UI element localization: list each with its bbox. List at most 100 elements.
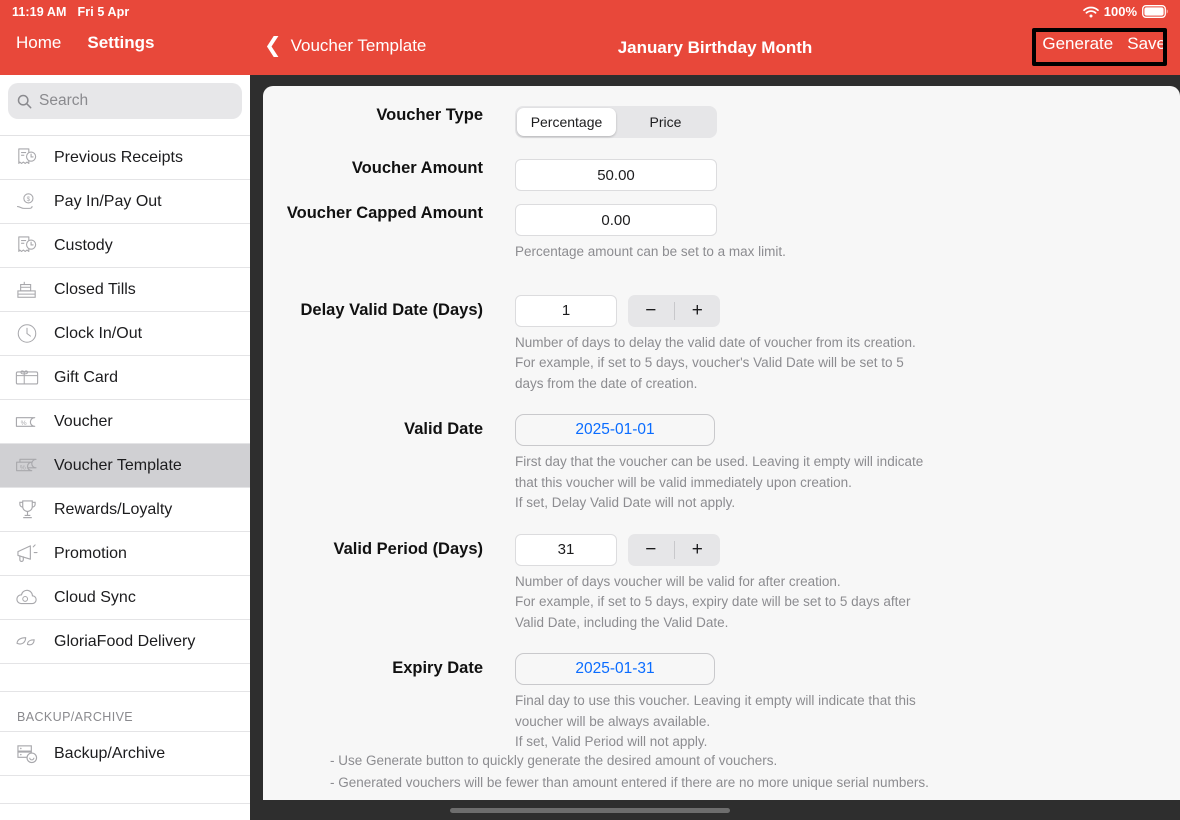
note-line: - Use Generate button to quickly generat… — [330, 750, 929, 772]
field-label: Expiry Date — [263, 653, 515, 678]
home-indicator[interactable] — [450, 808, 730, 813]
trophy-icon — [14, 499, 40, 521]
save-button[interactable]: Save — [1127, 34, 1166, 54]
field-expiry-date: Expiry Date 2025-01-31 Final day to use … — [263, 653, 1180, 753]
sidebar-item-clock-in-out[interactable]: Clock In/Out — [0, 312, 250, 356]
hint-line: Number of days to delay the valid date o… — [515, 333, 965, 354]
field-delay-valid-date: Delay Valid Date (Days) 1 − + Number of … — [263, 295, 1180, 395]
sidebar-item-label: Voucher — [54, 413, 113, 431]
settings-title: Settings — [87, 33, 154, 53]
sidebar-item-label: Previous Receipts — [54, 149, 183, 167]
cash-register-icon — [14, 279, 40, 301]
generate-button[interactable]: Generate — [1042, 34, 1113, 54]
sidebar-item-label: Closed Tills — [54, 281, 136, 299]
sidebar-section-app-activation: APP ACTIVATION — [0, 804, 250, 820]
sidebar-item-label: GloriaFood Delivery — [54, 633, 195, 651]
delay-valid-date-stepper[interactable]: − + — [628, 295, 720, 327]
sidebar-item-promotion[interactable]: Promotion — [0, 532, 250, 576]
segment-percentage[interactable]: Percentage — [517, 108, 616, 136]
stepper-plus-button[interactable]: + — [675, 301, 721, 320]
field-hint: Percentage amount can be set to a max li… — [515, 242, 965, 263]
voucher-capped-amount-input[interactable]: 0.00 — [515, 204, 717, 236]
svg-text:$: $ — [26, 196, 30, 203]
sidebar-item-gift-card[interactable]: Gift Card — [0, 356, 250, 400]
clock-icon — [14, 323, 40, 345]
sidebar-item-pay-in-pay-out[interactable]: $ Pay In/Pay Out — [0, 180, 250, 224]
sidebar-item-backup-archive[interactable]: Backup/Archive — [0, 732, 250, 776]
sidebar-item-voucher-template[interactable]: % Voucher Template — [0, 444, 250, 488]
sidebar-item-label: Voucher Template — [54, 457, 182, 475]
field-label: Voucher Amount — [263, 159, 515, 178]
hint-line: Valid Date, including the Valid Date. — [515, 613, 965, 634]
app-root: 11:19 AM Fri 5 Apr Home Settings Search — [0, 0, 1180, 820]
hint-line: voucher will be always available. — [515, 712, 975, 733]
receipt-clock-icon — [14, 147, 40, 169]
expiry-date-button[interactable]: 2025-01-31 — [515, 653, 715, 685]
sidebar: 11:19 AM Fri 5 Apr Home Settings Search — [0, 0, 250, 820]
sidebar-section-backup-archive: BACKUP/ARCHIVE — [0, 692, 250, 732]
sidebar-item-custody[interactable]: Custody — [0, 224, 250, 268]
home-button[interactable]: Home — [16, 33, 61, 53]
page-title: January Birthday Month — [250, 38, 1180, 58]
field-hint: Number of days voucher will be valid for… — [515, 572, 965, 634]
form-footer-notes: - Use Generate button to quickly generat… — [330, 750, 929, 794]
sidebar-item-label: Promotion — [54, 545, 127, 563]
voucher-type-segmented-control[interactable]: Percentage Price — [515, 106, 717, 138]
sidebar-item-label: Gift Card — [54, 369, 118, 387]
field-hint: Number of days to delay the valid date o… — [515, 333, 965, 395]
stepper-plus-button[interactable]: + — [675, 540, 721, 559]
valid-period-stepper[interactable]: − + — [628, 534, 720, 566]
megaphone-icon — [14, 543, 40, 565]
sidebar-item-label: Clock In/Out — [54, 325, 142, 343]
sidebar-item-cloud-sync[interactable]: Cloud Sync — [0, 576, 250, 620]
status-time: 11:19 AM — [12, 5, 67, 19]
field-voucher-amount: Voucher Amount 50.00 — [263, 159, 1180, 191]
status-bar-left: 11:19 AM Fri 5 Apr — [12, 5, 129, 19]
receipt-clock-icon — [14, 235, 40, 257]
field-voucher-capped-amount: Voucher Capped Amount 0.00 Percentage am… — [263, 204, 1180, 263]
sidebar-item-label: Pay In/Pay Out — [54, 193, 162, 211]
sidebar-header: 11:19 AM Fri 5 Apr Home Settings — [0, 0, 250, 75]
sidebar-item-label: Cloud Sync — [54, 589, 136, 607]
hand-money-icon: $ — [14, 191, 40, 213]
search-icon — [17, 94, 32, 109]
voucher-template-form: Voucher Type Percentage Price Voucher Am… — [263, 86, 1180, 820]
battery-percent-label: 100% — [1104, 4, 1137, 19]
cloud-sync-icon — [14, 587, 40, 609]
search-container: Search — [0, 75, 250, 126]
hint-line: Number of days voucher will be valid for… — [515, 572, 965, 593]
segment-price[interactable]: Price — [616, 108, 715, 136]
sidebar-item-rewards-loyalty[interactable]: Rewards/Loyalty — [0, 488, 250, 532]
wifi-icon — [1083, 6, 1099, 18]
server-backup-icon — [14, 743, 40, 765]
valid-period-input[interactable]: 31 — [515, 534, 617, 566]
sidebar-nav-row: Home Settings — [0, 33, 250, 53]
field-label: Voucher Capped Amount — [263, 204, 515, 223]
search-input[interactable]: Search — [8, 83, 242, 119]
nav-actions: Generate Save — [1042, 34, 1166, 54]
sidebar-item-clipped[interactable] — [0, 126, 250, 136]
voucher-icon: % — [14, 411, 40, 433]
sidebar-item-label: Custody — [54, 237, 113, 255]
field-label: Delay Valid Date (Days) — [263, 295, 515, 320]
sidebar-spacer — [0, 776, 250, 804]
sidebar-item-gloriafood-delivery[interactable]: GloriaFood Delivery — [0, 620, 250, 664]
valid-date-button[interactable]: 2025-01-01 — [515, 414, 715, 446]
voucher-amount-input[interactable]: 50.00 — [515, 159, 717, 191]
gift-card-icon — [14, 367, 40, 389]
hint-line: First day that the voucher can be used. … — [515, 452, 975, 473]
sidebar-item-closed-tills[interactable]: Closed Tills — [0, 268, 250, 312]
sidebar-item-voucher[interactable]: % Voucher — [0, 400, 250, 444]
delay-valid-date-row: 1 − + — [515, 295, 1180, 327]
sidebar-scroll[interactable]: Previous Receipts $ Pay In/Pay Out Custo… — [0, 126, 250, 820]
delay-valid-date-input[interactable]: 1 — [515, 295, 617, 327]
stepper-minus-button[interactable]: − — [628, 301, 674, 320]
field-label: Voucher Type — [263, 106, 515, 125]
field-valid-period: Valid Period (Days) 31 − + Number of day… — [263, 534, 1180, 634]
status-date: Fri 5 Apr — [78, 5, 130, 19]
stepper-minus-button[interactable]: − — [628, 540, 674, 559]
field-hint: First day that the voucher can be used. … — [515, 452, 975, 514]
sidebar-item-previous-receipts[interactable]: Previous Receipts — [0, 136, 250, 180]
field-label: Valid Period (Days) — [263, 534, 515, 559]
field-hint: Final day to use this voucher. Leaving i… — [515, 691, 975, 753]
